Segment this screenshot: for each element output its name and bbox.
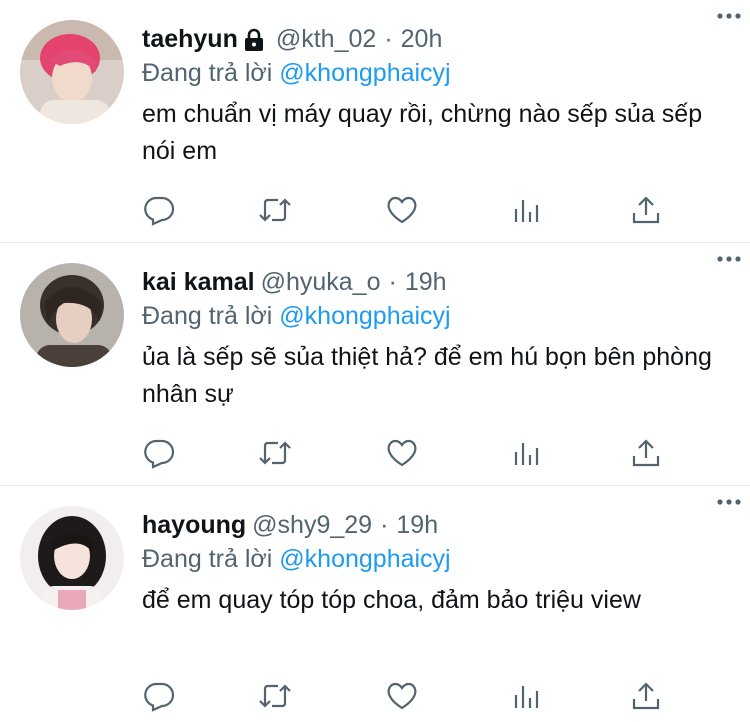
tweet-actions [142, 679, 730, 713]
share-icon [632, 196, 660, 224]
avatar[interactable] [20, 506, 124, 610]
mention-link[interactable]: @khongphaicyj [279, 302, 450, 330]
replying-to: Đang trả lời @khongphaicyj [142, 56, 730, 90]
retweet-icon [259, 684, 291, 708]
tweet-header: taehyun @kth_02 · 20h [142, 22, 730, 56]
share-button[interactable] [629, 193, 663, 227]
like-button[interactable] [385, 193, 419, 227]
tweet[interactable]: kai kamal @hyuka_o · 19h Đang trả lời @k… [0, 243, 750, 486]
replying-prefix: Đang trả lời [142, 302, 273, 330]
retweet-button[interactable] [258, 436, 292, 470]
tweet-content: kai kamal @hyuka_o · 19h Đang trả lời @k… [142, 265, 730, 413]
retweet-button[interactable] [258, 679, 292, 713]
tweet-actions [142, 436, 730, 470]
avatar[interactable] [20, 20, 124, 124]
reply-icon [144, 682, 175, 712]
views-icon [514, 200, 539, 222]
like-button[interactable] [385, 436, 419, 470]
separator: · [384, 25, 393, 53]
tweet-header: kai kamal @hyuka_o · 19h [142, 265, 730, 299]
tweet-content: hayoung @shy9_29 · 19h Đang trả lời @kho… [142, 508, 730, 619]
reply-button[interactable] [142, 679, 176, 713]
timeline: taehyun @kth_02 · 20h Đang trả lời @khon… [0, 0, 750, 722]
tweet-text: để em quay tóp tóp choa, đảm bảo triệu v… [142, 586, 641, 614]
reply-icon [144, 196, 175, 226]
tweet-header: hayoung @shy9_29 · 19h [142, 508, 730, 542]
replying-prefix: Đang trả lời [142, 59, 273, 87]
views-icon [514, 686, 539, 708]
heart-icon [387, 196, 417, 224]
replying-to: Đang trả lời @khongphaicyj [142, 299, 730, 333]
reply-icon [144, 439, 175, 469]
timestamp[interactable]: 19h [396, 508, 438, 542]
more-icon[interactable] [716, 6, 742, 26]
user-handle[interactable]: @shy9_29 [252, 508, 372, 542]
tweet[interactable]: taehyun @kth_02 · 20h Đang trả lời @khon… [0, 0, 750, 243]
share-button[interactable] [629, 679, 663, 713]
timestamp[interactable]: 19h [405, 265, 447, 299]
user-handle[interactable]: @kth_02 [276, 22, 376, 56]
retweet-button[interactable] [258, 193, 292, 227]
timestamp[interactable]: 20h [401, 22, 443, 56]
reply-button[interactable] [142, 436, 176, 470]
more-icon[interactable] [716, 492, 742, 512]
retweet-icon [259, 441, 291, 465]
separator: · [388, 268, 397, 296]
replying-to: Đang trả lời @khongphaicyj [142, 542, 730, 576]
share-button[interactable] [629, 436, 663, 470]
display-name[interactable]: kai kamal [142, 265, 255, 299]
views-button[interactable] [509, 193, 543, 227]
retweet-icon [259, 198, 291, 222]
separator: · [380, 511, 389, 539]
heart-icon [387, 439, 417, 467]
views-button[interactable] [509, 436, 543, 470]
views-button[interactable] [509, 679, 543, 713]
mention-link[interactable]: @khongphaicyj [279, 59, 450, 87]
display-name[interactable]: hayoung [142, 508, 246, 542]
replying-prefix: Đang trả lời [142, 545, 273, 573]
views-icon [514, 443, 539, 465]
more-icon[interactable] [716, 249, 742, 269]
share-icon [632, 682, 660, 710]
tweet-content: taehyun @kth_02 · 20h Đang trả lời @khon… [142, 22, 730, 170]
tweet[interactable]: hayoung @shy9_29 · 19h Đang trả lời @kho… [0, 486, 750, 722]
mention-link[interactable]: @khongphaicyj [279, 545, 450, 573]
like-button[interactable] [385, 679, 419, 713]
tweet-text: ủa là sếp sẽ sủa thiệt hả? để em hú bọn … [142, 343, 712, 408]
reply-button[interactable] [142, 193, 176, 227]
user-handle[interactable]: @hyuka_o [261, 265, 381, 299]
share-icon [632, 439, 660, 467]
display-name[interactable]: taehyun [142, 22, 238, 56]
heart-icon [387, 682, 417, 710]
tweet-actions [142, 193, 730, 227]
lock-icon [244, 27, 264, 51]
tweet-text: em chuẩn vị máy quay rồi, chừng nào sếp … [142, 100, 703, 165]
avatar[interactable] [20, 263, 124, 367]
